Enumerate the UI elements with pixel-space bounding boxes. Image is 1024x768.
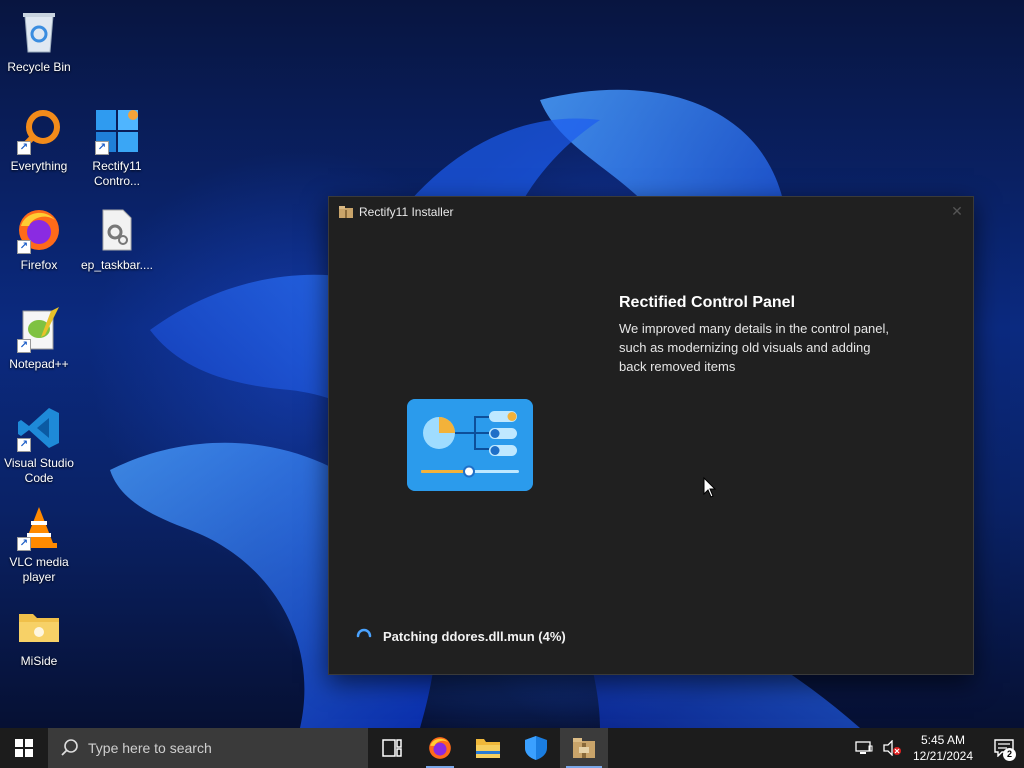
start-button[interactable] bbox=[0, 728, 48, 768]
desktop-icon-recycle-bin[interactable]: Recycle Bin bbox=[1, 8, 77, 75]
desktop-icon-label: MiSide bbox=[20, 654, 58, 668]
installer-window[interactable]: Rectify11 Installer ✕ Rectified Control … bbox=[328, 196, 974, 675]
desktop-icon-label: Rectify11 Contro... bbox=[92, 159, 142, 188]
volume-muted-icon[interactable] bbox=[880, 736, 904, 760]
desktop-icon-ep-taskbar[interactable]: ep_taskbar.... bbox=[79, 206, 155, 273]
desktop-icon-vlc[interactable]: ↗ VLC media player bbox=[1, 503, 77, 585]
recycle-bin-icon bbox=[15, 8, 63, 56]
feature-title: Rectified Control Panel bbox=[619, 294, 796, 311]
task-view-button[interactable] bbox=[368, 728, 416, 768]
shortcut-arrow-icon: ↗ bbox=[17, 339, 31, 353]
control-panel-illustration-icon bbox=[407, 399, 533, 491]
install-status-text: Patching ddores.dll.mun (4%) bbox=[383, 628, 566, 644]
taskbar-file-explorer[interactable] bbox=[464, 728, 512, 768]
notification-center-button[interactable]: 2 bbox=[984, 728, 1024, 768]
clock-time: 5:45 AM bbox=[920, 733, 966, 747]
installer-icon bbox=[573, 738, 595, 758]
network-icon[interactable] bbox=[852, 736, 876, 760]
taskbar-firefox[interactable] bbox=[416, 728, 464, 768]
installer-app-icon bbox=[339, 206, 353, 218]
desktop-icon-everything[interactable]: ↗ Everything bbox=[1, 107, 77, 174]
windows-logo-icon bbox=[15, 739, 33, 757]
desktop-icon-label: VLC media player bbox=[9, 555, 69, 584]
desktop-icon-notepadpp[interactable]: ↗ Notepad++ bbox=[1, 305, 77, 372]
install-status: Patching ddores.dll.mun (4%) bbox=[355, 627, 566, 645]
shortcut-arrow-icon: ↗ bbox=[95, 141, 109, 155]
folder-icon bbox=[15, 602, 63, 650]
firefox-icon bbox=[429, 737, 451, 759]
desktop-icon-label: Recycle Bin bbox=[7, 60, 71, 74]
rectify11-control-icon: ↗ bbox=[93, 107, 141, 155]
close-icon: ✕ bbox=[951, 203, 963, 219]
search-placeholder: Type here to search bbox=[88, 740, 212, 756]
mouse-cursor-icon bbox=[703, 477, 717, 498]
taskbar-security[interactable] bbox=[512, 728, 560, 768]
everything-search-icon: ↗ bbox=[15, 107, 63, 155]
desktop-icon-label: Everything bbox=[10, 159, 68, 173]
desktop-icon-firefox[interactable]: ↗ Firefox bbox=[1, 206, 77, 273]
firefox-icon: ↗ bbox=[15, 206, 63, 254]
desktop-icon-rectify11-control[interactable]: ↗ Rectify11 Contro... bbox=[79, 107, 155, 189]
taskbar-clock[interactable]: 5:45 AM 12/21/2024 bbox=[912, 732, 974, 764]
taskbar-installer[interactable] bbox=[560, 728, 608, 768]
installer-title: Rectify11 Installer bbox=[359, 205, 454, 219]
vscode-icon: ↗ bbox=[15, 404, 63, 452]
shortcut-arrow-icon: ↗ bbox=[17, 240, 31, 254]
file-explorer-icon bbox=[476, 739, 500, 758]
feature-description: We improved many details in the control … bbox=[619, 321, 890, 374]
notepadpp-icon: ↗ bbox=[15, 305, 63, 353]
security-shield-icon bbox=[525, 736, 547, 760]
taskbar-search-box[interactable]: Type here to search bbox=[48, 728, 368, 768]
shortcut-arrow-icon: ↗ bbox=[17, 438, 31, 452]
taskbar: Type here to search 5:45 AM 12/21/2024 2 bbox=[0, 728, 1024, 768]
desktop-icon-vscode[interactable]: ↗ Visual Studio Code bbox=[1, 404, 77, 486]
vlc-icon: ↗ bbox=[15, 503, 63, 551]
clock-date: 12/21/2024 bbox=[912, 749, 974, 763]
desktop-icon-label: Firefox bbox=[20, 258, 58, 272]
shortcut-arrow-icon: ↗ bbox=[17, 141, 31, 155]
close-button[interactable]: ✕ bbox=[949, 203, 965, 219]
loading-spinner-icon bbox=[356, 628, 372, 638]
task-view-icon bbox=[382, 739, 402, 757]
search-icon bbox=[61, 739, 78, 756]
shortcut-arrow-icon: ↗ bbox=[17, 537, 31, 551]
settings-file-icon bbox=[93, 206, 141, 254]
notification-count-badge: 2 bbox=[1003, 748, 1016, 761]
desktop-icon-miside[interactable]: MiSide bbox=[1, 602, 77, 669]
desktop-icon-label: ep_taskbar.... bbox=[80, 258, 154, 272]
installer-titlebar[interactable]: Rectify11 Installer bbox=[329, 197, 973, 227]
desktop-icon-label: Notepad++ bbox=[9, 357, 69, 371]
desktop-icon-label: Visual Studio Code bbox=[4, 456, 74, 485]
system-tray: 5:45 AM 12/21/2024 2 bbox=[850, 728, 1024, 768]
desktop: Recycle Bin ↗ Everything ↗ Rectify11 Con… bbox=[0, 0, 1024, 728]
